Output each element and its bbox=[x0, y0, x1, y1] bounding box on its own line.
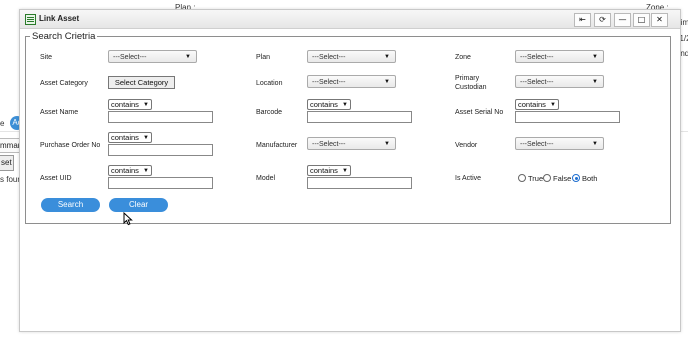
barcode-operator-select[interactable]: contains ▼ bbox=[307, 99, 351, 110]
location-label: Location bbox=[256, 80, 283, 87]
purchase-order-no-label: Purchase Order No bbox=[40, 142, 101, 149]
primary-custodian-select[interactable]: ---Select--- ▼ bbox=[515, 75, 604, 88]
bg-left-text: e bbox=[0, 119, 5, 128]
model-operator-select[interactable]: contains ▼ bbox=[307, 165, 351, 176]
asset-name-input[interactable] bbox=[108, 111, 213, 123]
chevron-down-icon: ▼ bbox=[384, 141, 390, 147]
zone-select-value: ---Select--- bbox=[520, 54, 554, 61]
is-active-false-label: False bbox=[553, 174, 572, 183]
chevron-down-icon: ▼ bbox=[550, 102, 556, 108]
asset-name-operator-value: contains bbox=[111, 100, 139, 109]
vendor-select[interactable]: ---Select--- ▼ bbox=[515, 137, 604, 150]
chevron-down-icon: ▼ bbox=[592, 79, 598, 85]
chevron-down-icon: ▼ bbox=[185, 54, 191, 60]
close-icon[interactable]: ✕ bbox=[651, 13, 668, 27]
purchase-order-no-input[interactable] bbox=[108, 144, 213, 156]
location-select[interactable]: ---Select--- ▼ bbox=[307, 75, 396, 88]
asset-category-label: Asset Category bbox=[40, 80, 88, 87]
is-active-both-label: Both bbox=[582, 174, 598, 183]
site-select-value: ---Select--- bbox=[113, 54, 147, 61]
bg-left-text: s four bbox=[0, 175, 21, 184]
is-active-label: Is Active bbox=[455, 175, 482, 182]
asset-uid-operator-value: contains bbox=[111, 166, 139, 175]
is-active-true-label: True bbox=[528, 174, 544, 183]
asset-name-operator-select[interactable]: contains ▼ bbox=[108, 99, 152, 110]
manufacturer-select[interactable]: ---Select--- ▼ bbox=[307, 137, 396, 150]
chevron-down-icon: ▼ bbox=[342, 168, 348, 174]
bg-summary-box[interactable]: mmar bbox=[0, 138, 20, 153]
zone-label: Zone bbox=[455, 54, 471, 61]
manufacturer-label: Manufacturer bbox=[256, 142, 298, 149]
asset-serial-no-label: Asset Serial No bbox=[455, 109, 504, 116]
primary-custodian-label-line2: Custodian bbox=[455, 84, 487, 91]
chevron-down-icon: ▼ bbox=[384, 54, 390, 60]
plan-select-value: ---Select--- bbox=[312, 54, 346, 61]
asset-serial-no-input[interactable] bbox=[515, 111, 620, 123]
mouse-cursor-icon bbox=[123, 212, 133, 226]
link-asset-dialog: Link Asset ⇤ ⟳ — □ ✕ Search Crietria Sit… bbox=[19, 9, 681, 332]
clear-button[interactable]: Clear bbox=[109, 198, 168, 212]
model-label: Model bbox=[256, 175, 276, 182]
maximize-icon[interactable]: □ bbox=[633, 13, 650, 27]
form-icon bbox=[25, 14, 36, 25]
site-select[interactable]: ---Select--- ▼ bbox=[108, 50, 197, 63]
purchase-order-no-operator-select[interactable]: contains ▼ bbox=[108, 132, 152, 143]
vendor-label: Vendor bbox=[455, 142, 478, 149]
chevron-down-icon: ▼ bbox=[384, 79, 390, 85]
primary-custodian-label: Primary bbox=[455, 75, 480, 82]
model-input[interactable] bbox=[307, 177, 412, 189]
primary-custodian-select-value: ---Select--- bbox=[520, 79, 554, 86]
search-criteria-legend: Search Crietria bbox=[32, 31, 96, 42]
asset-uid-input[interactable] bbox=[108, 177, 213, 189]
chevron-down-icon: ▼ bbox=[143, 168, 149, 174]
dialog-titlebar[interactable]: Link Asset ⇤ ⟳ — □ ✕ bbox=[20, 10, 680, 29]
search-button[interactable]: Search bbox=[41, 198, 100, 212]
minimize-icon[interactable]: — bbox=[614, 13, 631, 27]
pin-icon[interactable]: ⇤ bbox=[574, 13, 591, 27]
vendor-select-value: ---Select--- bbox=[520, 141, 554, 148]
select-category-button[interactable]: Select Category bbox=[108, 76, 175, 89]
chevron-down-icon: ▼ bbox=[592, 54, 598, 60]
asset-uid-label: Asset UID bbox=[40, 175, 72, 182]
asset-serial-no-operator-value: contains bbox=[518, 100, 546, 109]
manufacturer-select-value: ---Select--- bbox=[312, 141, 346, 148]
plan-select[interactable]: ---Select--- ▼ bbox=[307, 50, 396, 63]
chevron-down-icon: ▼ bbox=[342, 102, 348, 108]
is-active-true-radio[interactable] bbox=[518, 174, 526, 182]
barcode-input[interactable] bbox=[307, 111, 412, 123]
plan-label: Plan bbox=[256, 54, 271, 61]
zone-select[interactable]: ---Select--- ▼ bbox=[515, 50, 604, 63]
barcode-label: Barcode bbox=[256, 109, 283, 116]
barcode-operator-value: contains bbox=[310, 100, 338, 109]
purchase-order-no-operator-value: contains bbox=[111, 133, 139, 142]
chevron-down-icon: ▼ bbox=[143, 135, 149, 141]
site-label: Site bbox=[40, 54, 53, 61]
location-select-value: ---Select--- bbox=[312, 79, 346, 86]
model-operator-value: contains bbox=[310, 166, 338, 175]
asset-name-label: Asset Name bbox=[40, 109, 79, 116]
bg-asset-button[interactable]: set bbox=[0, 155, 14, 171]
asset-uid-operator-select[interactable]: contains ▼ bbox=[108, 165, 152, 176]
asset-serial-no-operator-select[interactable]: contains ▼ bbox=[515, 99, 559, 110]
chevron-down-icon: ▼ bbox=[592, 141, 598, 147]
refresh-icon[interactable]: ⟳ bbox=[594, 13, 611, 27]
dialog-title: Link Asset bbox=[39, 14, 80, 23]
chevron-down-icon: ▼ bbox=[143, 102, 149, 108]
is-active-both-radio[interactable] bbox=[572, 174, 580, 182]
is-active-false-radio[interactable] bbox=[543, 174, 551, 182]
